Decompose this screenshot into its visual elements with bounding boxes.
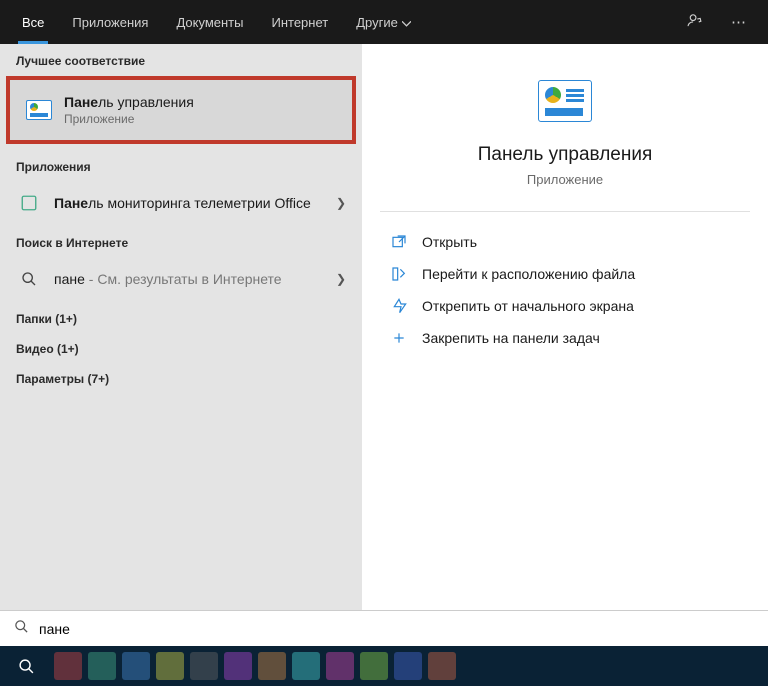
action-open-label: Открыть	[422, 234, 477, 250]
tab-more[interactable]: Другие	[342, 0, 425, 44]
tab-more-label: Другие	[356, 15, 398, 30]
taskbar-app[interactable]	[428, 652, 456, 680]
chevron-right-icon: ❯	[336, 272, 346, 286]
more-options-icon[interactable]: ⋯	[717, 13, 760, 31]
preview-panel: Панель управления Приложение Открыть Пер…	[362, 44, 768, 610]
action-pin-taskbar-label: Закрепить на панели задач	[422, 330, 600, 346]
taskbar-app[interactable]	[394, 652, 422, 680]
folder-icon	[388, 266, 410, 282]
taskbar-app[interactable]	[258, 652, 286, 680]
taskbar-search-button[interactable]	[4, 646, 48, 686]
preview-sub: Приложение	[382, 172, 748, 187]
best-match-sub: Приложение	[64, 112, 336, 126]
taskbar-app[interactable]	[156, 652, 184, 680]
tab-internet[interactable]: Интернет	[257, 0, 342, 44]
tab-documents[interactable]: Документы	[162, 0, 257, 44]
actions-list: Открыть Перейти к расположению файла Отк…	[362, 212, 768, 368]
chevron-right-icon: ❯	[336, 196, 346, 210]
tab-all[interactable]: Все	[8, 0, 58, 44]
action-open[interactable]: Открыть	[368, 226, 762, 258]
control-panel-large-icon	[538, 80, 592, 122]
pin-icon	[388, 330, 410, 346]
apps-header: Приложения	[0, 150, 362, 180]
app-result-telemetry[interactable]: Панель мониторинга телеметрии Office ❯	[0, 180, 362, 226]
taskbar-app[interactable]	[224, 652, 252, 680]
tab-apps[interactable]: Приложения	[58, 0, 162, 44]
best-match-title: Панель управления	[64, 94, 336, 110]
action-pin-taskbar[interactable]: Закрепить на панели задач	[368, 322, 762, 354]
results-panel: Лучшее соответствие Панель управления Пр…	[0, 44, 362, 610]
best-match-header: Лучшее соответствие	[0, 44, 362, 74]
folders-header[interactable]: Папки (1+)	[0, 302, 362, 332]
taskbar-app[interactable]	[88, 652, 116, 680]
action-open-location-label: Перейти к расположению файла	[422, 266, 635, 282]
control-panel-icon	[26, 97, 52, 123]
app-icon	[16, 190, 42, 216]
unpin-icon	[388, 298, 410, 314]
taskbar-app[interactable]	[326, 652, 354, 680]
action-open-location[interactable]: Перейти к расположению файла	[368, 258, 762, 290]
taskbar-app[interactable]	[190, 652, 218, 680]
chevron-down-icon	[402, 15, 411, 30]
web-search-result[interactable]: пане - См. результаты в Интернете ❯	[0, 256, 362, 302]
settings-header[interactable]: Параметры (7+)	[0, 362, 362, 392]
taskbar-app[interactable]	[360, 652, 388, 680]
action-unpin-start-label: Открепить от начального экрана	[422, 298, 634, 314]
search-icon	[16, 266, 42, 292]
taskbar-app[interactable]	[292, 652, 320, 680]
preview-title: Панель управления	[382, 144, 748, 166]
taskbar-app[interactable]	[54, 652, 82, 680]
search-icon	[14, 619, 29, 638]
best-match-result[interactable]: Панель управления Приложение	[6, 76, 356, 144]
search-input[interactable]	[39, 621, 754, 637]
open-icon	[388, 234, 410, 250]
app-result-title: Панель мониторинга телеметрии Office	[54, 195, 336, 211]
taskbar-app[interactable]	[122, 652, 150, 680]
taskbar	[0, 646, 768, 686]
feedback-icon[interactable]	[672, 12, 717, 33]
tabs-bar: Все Приложения Документы Интернет Другие…	[0, 0, 768, 44]
web-header: Поиск в Интернете	[0, 226, 362, 256]
taskbar-apps	[54, 652, 456, 680]
search-bar[interactable]	[0, 610, 768, 646]
web-result-title: пане - См. результаты в Интернете	[54, 271, 336, 287]
action-unpin-start[interactable]: Открепить от начального экрана	[368, 290, 762, 322]
videos-header[interactable]: Видео (1+)	[0, 332, 362, 362]
